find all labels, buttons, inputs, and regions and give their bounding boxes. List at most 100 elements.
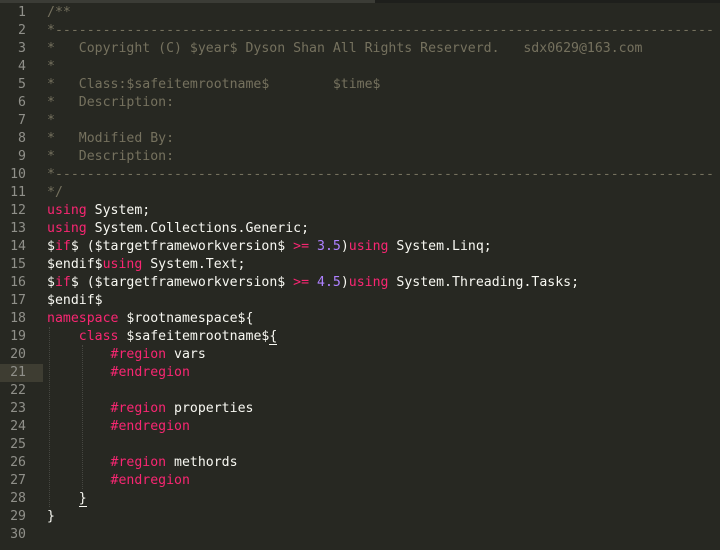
code-text: using System; <box>47 202 150 220</box>
code-text: #region methords <box>47 454 238 472</box>
code-text: * <box>47 112 55 130</box>
line-number: 25 <box>10 437 26 452</box>
code-line[interactable]: 19 class $safeitemrootname${ <box>0 328 720 346</box>
code-text: } <box>47 490 87 508</box>
line-number: 24 <box>10 419 26 434</box>
line-number: 30 <box>10 527 26 542</box>
code-line[interactable]: 6 * Description: <box>0 94 720 112</box>
code-line[interactable]: 5 * Class:$safeitemrootname$ $time$ <box>0 76 720 94</box>
code-line[interactable]: 23 #region properties <box>0 400 720 418</box>
code-text: #endregion <box>47 418 190 436</box>
tab-strip[interactable] <box>0 0 375 3</box>
code-token: #region <box>110 401 167 416</box>
code-line[interactable]: 9 * Description: <box>0 148 720 166</box>
code-text: namespace $rootnamespace${ <box>47 310 253 328</box>
code-line[interactable]: 28 } <box>0 490 720 508</box>
code-line[interactable]: 27 #endregion <box>0 472 720 490</box>
line-number: 12 <box>10 203 26 218</box>
code-token: properties <box>166 401 254 416</box>
code-line[interactable]: 24 #endregion <box>0 418 720 436</box>
code-line[interactable]: 14 $if$ ($targetframeworkversion$ >= 3.5)… <box>0 238 720 256</box>
code-line[interactable]: 2 *--------------------------------------… <box>0 22 720 40</box>
code-line[interactable]: 11 */ <box>0 184 720 202</box>
line-number: 28 <box>10 491 26 506</box>
code-text: } <box>47 508 55 526</box>
code-token: *---------------------------------------… <box>47 167 714 182</box>
code-text: #region vars <box>47 346 206 364</box>
line-number: 13 <box>10 221 26 236</box>
code-text: *---------------------------------------… <box>47 22 714 40</box>
line-number: 9 <box>18 149 26 164</box>
line-number: 2 <box>18 23 26 38</box>
code-line[interactable]: 13 using System.Collections.Generic; <box>0 220 720 238</box>
code-token: * Modified By: <box>47 131 175 146</box>
line-number: 4 <box>18 59 26 74</box>
code-line[interactable]: 22 <box>0 382 720 400</box>
code-line[interactable]: 1 /** <box>0 4 720 22</box>
code-line[interactable]: 20 #region vars <box>0 346 720 364</box>
code-token: using <box>348 239 389 254</box>
code-line[interactable]: 8 * Modified By: <box>0 130 720 148</box>
code-token: $ <box>47 239 55 254</box>
code-line[interactable]: 4 * <box>0 58 720 76</box>
indent-guide <box>49 327 50 507</box>
code-token: } <box>47 509 55 524</box>
line-number: 18 <box>10 311 26 326</box>
code-token: * <box>47 113 55 128</box>
line-number: 10 <box>10 167 26 182</box>
code-token: >= <box>293 275 310 290</box>
line-number: 27 <box>10 473 26 488</box>
line-number: 8 <box>18 131 26 146</box>
code-text: using System.Collections.Generic; <box>47 220 309 238</box>
code-text: $if$ ($targetframeworkversion$ >= 4.5)us… <box>47 274 579 292</box>
code-token: *---------------------------------------… <box>47 23 714 38</box>
code-line[interactable]: 26 #region methords <box>0 454 720 472</box>
code-line[interactable]: 18 namespace $rootnamespace${ <box>0 310 720 328</box>
code-token: $ ($targetframeworkversion$ <box>70 275 294 290</box>
code-line[interactable]: 12 using System; <box>0 202 720 220</box>
code-token: ) <box>340 275 349 290</box>
code-text: /** <box>47 4 71 22</box>
code-token: class <box>78 329 119 344</box>
code-line[interactable]: 3 * Copyright (C) $year$ Dyson Shan All R… <box>0 40 720 58</box>
code-line[interactable]: 21 #endregion <box>0 364 720 382</box>
code-token: namespace <box>47 311 119 326</box>
code-token: >= <box>293 239 310 254</box>
code-text: * <box>47 58 55 76</box>
code-token: * Description: <box>47 95 175 110</box>
code-token: 3.5 <box>317 239 341 254</box>
code-token: $rootnamespace${ <box>118 311 254 326</box>
code-text: #endregion <box>47 364 190 382</box>
code-token: * Class:$safeitemrootname$ $time$ <box>47 77 381 92</box>
code-token: #endregion <box>110 473 190 488</box>
code-line[interactable]: 10 *-------------------------------------… <box>0 166 720 184</box>
code-line[interactable]: 30 <box>0 526 720 544</box>
code-line[interactable]: 16 $if$ ($targetframeworkversion$ >= 4.5)… <box>0 274 720 292</box>
code-text: $endif$using System.Text; <box>47 256 246 274</box>
code-token: $safeitemrootname$ <box>118 329 270 344</box>
code-line[interactable]: 25 <box>0 436 720 454</box>
code-token: #endregion <box>110 365 190 380</box>
line-number: 7 <box>18 113 26 128</box>
code-text: *---------------------------------------… <box>47 166 714 184</box>
line-number: 23 <box>10 401 26 416</box>
code-line[interactable]: 15 $endif$using System.Text; <box>0 256 720 274</box>
code-line[interactable]: 7 * <box>0 112 720 130</box>
code-token: */ <box>47 185 63 200</box>
code-text: * Class:$safeitemrootname$ $time$ <box>47 76 380 94</box>
line-number: 14 <box>10 239 26 254</box>
line-number: 5 <box>18 77 26 92</box>
code-token: /** <box>47 5 71 20</box>
line-number: 6 <box>18 95 26 110</box>
code-token: System.Threading.Tasks; <box>388 275 580 290</box>
code-text: #region properties <box>47 400 254 418</box>
code-editor[interactable]: 1 /** 2 *----------------------------------… <box>0 0 720 550</box>
code-line[interactable]: 17 $endif$ <box>0 292 720 310</box>
code-token: #region <box>110 347 167 362</box>
code-token: * Copyright (C) $year$ Dyson Shan All Ri… <box>47 41 643 56</box>
code-line[interactable]: 29} <box>0 508 720 526</box>
